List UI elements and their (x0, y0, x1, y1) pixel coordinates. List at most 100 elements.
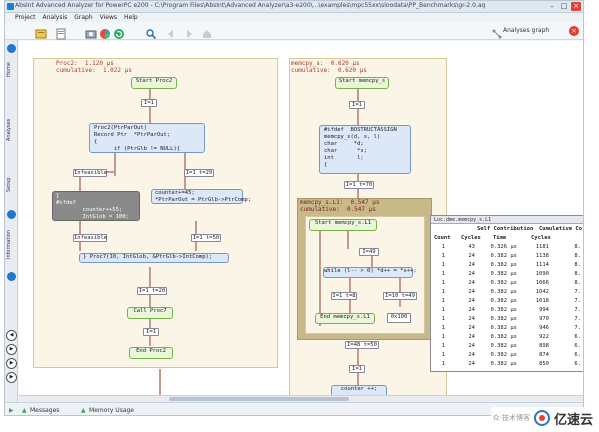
messages-tab[interactable]: Messages (30, 407, 59, 414)
refresh-icon[interactable] (113, 25, 125, 39)
table-row[interactable]: 1 24 0.382 µs 1114 8. (431, 262, 583, 271)
sidebar-tab-analyses[interactable]: Analyses (6, 110, 17, 150)
table-row[interactable]: 1 24 0.382 µs 994 7. (431, 307, 583, 316)
home-tab-icon (7, 44, 16, 53)
col-cycles[interactable]: Cycles (461, 235, 481, 241)
edge-label: I=1 t=20 (137, 287, 167, 295)
table-row[interactable]: 1 24 0.382 µs 1042 7. (431, 289, 583, 298)
col-group-cumulative: Cumulative Co (539, 226, 583, 232)
home-icon[interactable] (201, 25, 213, 38)
code-block-proc2-entry[interactable]: Proc2(PtrParOut) Record Ptr *PtrParOut; … (89, 123, 205, 153)
code-block-memcpy[interactable]: #ifdef BOSTRUCTASSIGN memcpy_s(d, s, l) … (319, 125, 411, 174)
edge-label: I=1 (141, 99, 157, 107)
edge-label: I=48 t=50 (345, 341, 379, 349)
open-project-icon[interactable] (55, 25, 67, 40)
loop-exit-node[interactable]: 0x100 (387, 313, 411, 323)
memory-usage-tab[interactable]: Memory Usage (89, 407, 134, 414)
cell-cycles: 24 (468, 352, 475, 358)
brand-logo-icon (533, 410, 550, 426)
cell-cum-time: 6. (574, 361, 581, 367)
end-loop-node[interactable]: End memcpy_s.L1 (315, 313, 375, 324)
code-block-proc7-call[interactable]: } Proc7(10, IntGlob, &PtrGlb->IntComp); (79, 253, 229, 263)
code-block-counter[interactable]: counter+=45; *PtrParOut = PtrGlb->PtrCom… (151, 189, 251, 204)
nav-first-icon[interactable]: ◀ (6, 330, 17, 341)
menu-help[interactable]: Help (124, 13, 138, 22)
table-row[interactable]: 1 24 0.382 µs 922 6. (431, 334, 583, 343)
table-row[interactable]: 1 24 0.382 µs 898 6. (431, 343, 583, 352)
edge-label: I=1 t=70 (344, 181, 374, 189)
nav-next-icon[interactable]: ▶ (6, 358, 17, 369)
start-proc2-node[interactable]: Start Proc2 (131, 77, 177, 89)
back-icon[interactable] (165, 25, 177, 38)
graph-canvas[interactable]: Proc2: 1.120 µs cumulative: 1.022 µs Sta… (19, 41, 583, 402)
edge-label: I=10 t=49 (383, 292, 417, 300)
menu-analysis[interactable]: Analysis (43, 13, 68, 22)
edge (149, 106, 151, 124)
table-row[interactable]: 1 24 0.382 µs 1018 7. (431, 298, 583, 307)
cell-cycles: 24 (468, 361, 475, 367)
table-row[interactable]: 1 24 0.382 µs 970 7. (431, 316, 583, 325)
edge-label: I=49 (359, 248, 379, 256)
memcpy-time: memcpy_s: 0.620 µs (291, 60, 360, 67)
menu-project[interactable]: Project (15, 13, 36, 22)
cell-cum-time: 6. (574, 334, 581, 340)
edge-label: I=1 (349, 101, 365, 109)
edge-label: I=1 (349, 365, 365, 373)
minimize-button[interactable]: – (547, 2, 557, 11)
end-proc2-node[interactable]: End Proc2 (129, 347, 173, 359)
analyses-graph-label[interactable]: Analyses graph (503, 27, 549, 34)
col-count[interactable]: Count (434, 235, 451, 241)
table-row[interactable]: 1 24 0.382 µs 874 6. (431, 352, 583, 361)
horizontal-scrollbar[interactable] (19, 395, 583, 402)
table-row[interactable]: 1 24 0.382 µs 1138 8. (431, 253, 583, 262)
cell-cycles: 24 (468, 289, 475, 295)
menu-views[interactable]: Views (100, 13, 117, 22)
start-memcpy-node[interactable]: Start memcpy_s (335, 77, 389, 89)
watermark: 众·技术博客 亿速云 (490, 407, 595, 429)
new-project-icon[interactable] (35, 25, 47, 39)
table-row[interactable]: 1 24 0.382 µs 850 6. (431, 361, 583, 370)
menu-graph[interactable]: Graph (74, 13, 92, 22)
edge-label: I=1 t=29 (184, 169, 214, 177)
search-icon[interactable] (145, 25, 157, 40)
cell-cycles: 24 (468, 280, 475, 286)
maximize-button[interactable]: □ (559, 2, 569, 11)
close-view-icon[interactable]: × (569, 26, 579, 36)
nav-last-icon[interactable]: ▶ (6, 372, 17, 383)
app-icon (7, 3, 14, 10)
call-proc7-node[interactable]: Call Proc7 (127, 307, 173, 319)
export-icon[interactable] (85, 25, 97, 39)
menu-bar: Project Analysis Graph Views Help (5, 13, 583, 22)
table-row[interactable]: 1 24 0.382 µs 1066 8. (431, 280, 583, 289)
edge-label: Infeasible (73, 234, 108, 242)
watermark-small-text: 众·技术博客 (492, 414, 530, 422)
nav-play-icon[interactable]: ▶ (6, 344, 17, 355)
cell-cycles: 24 (468, 316, 475, 322)
table-row[interactable]: 1 43 0.326 µs 1181 8. (431, 244, 583, 253)
col-time[interactable]: Time (493, 235, 506, 241)
loop-cumulative: cumulative: 0.547 µs (300, 206, 376, 213)
cell-cycles: 24 (468, 271, 475, 277)
analysis-icon[interactable] (99, 25, 111, 39)
infeasible-code-block[interactable]: } #ifdef counter++55; IntGlob = 100; (52, 191, 140, 221)
proc2-time: Proc2: 1.120 µs (56, 60, 114, 67)
proc2-cumulative: cumulative: 1.022 µs (56, 67, 132, 74)
analyses-graph-icon[interactable] (491, 25, 503, 39)
scroll-thumb[interactable] (169, 397, 349, 401)
contribution-table: Loc.dme.memcpy_s.L1 Self Contribution Cu… (430, 215, 583, 372)
while-loop-node[interactable]: while (l-- > 0) *d++ = *s++; (323, 267, 417, 278)
play-icon[interactable]: ▶ (9, 407, 14, 414)
sidebar-tab-information[interactable]: Information (6, 222, 17, 267)
forward-icon[interactable] (183, 25, 195, 38)
sidebar-tab-setup[interactable]: Setup (6, 172, 17, 197)
start-loop-node[interactable]: Start memcpy_s.L1 (309, 219, 377, 231)
loop-time: memcpy_s.L1: 0.547 µs (300, 199, 380, 206)
table-row[interactable]: 1 24 0.382 µs 946 7. (431, 325, 583, 334)
close-window-button[interactable]: × (571, 2, 581, 11)
app-window: AbsInt Advanced Analyzer for PowerPC e20… (4, 0, 584, 416)
sidebar-tab-home[interactable]: Home (6, 55, 17, 85)
cell-cum-time: 8. (574, 280, 581, 286)
cell-cycles: 24 (468, 298, 475, 304)
col-cum-cycles[interactable]: Cycles (531, 235, 551, 241)
table-row[interactable]: 1 24 0.382 µs 1090 8. (431, 271, 583, 280)
